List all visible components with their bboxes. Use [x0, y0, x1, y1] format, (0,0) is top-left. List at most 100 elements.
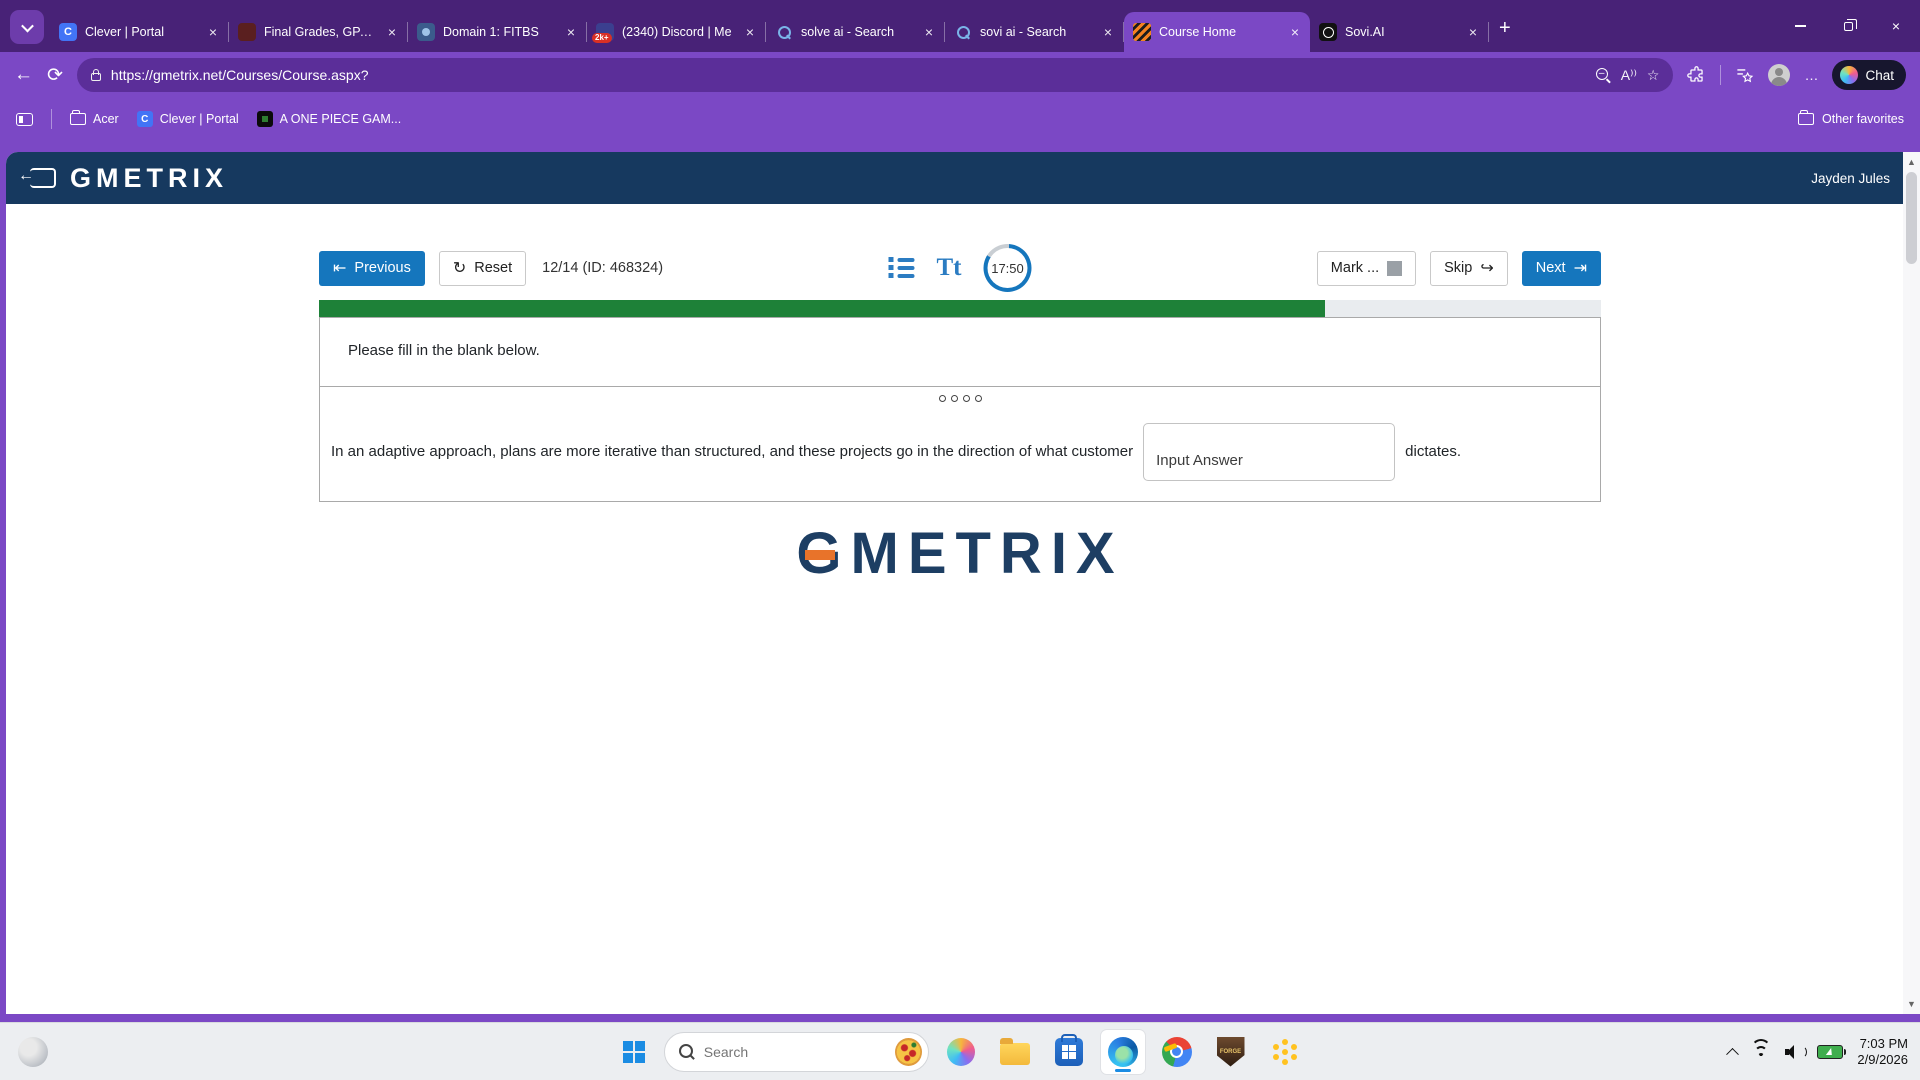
text-size-icon[interactable]: Tt [937, 254, 962, 282]
copilot-icon [946, 1037, 975, 1066]
close-icon[interactable]: × [565, 24, 577, 40]
new-tab-button[interactable]: + [1499, 17, 1511, 40]
zoom-out-icon[interactable] [1595, 67, 1611, 83]
store-icon [1054, 1033, 1083, 1066]
question-list-icon[interactable] [888, 257, 915, 279]
next-label: Next [1535, 260, 1566, 276]
gmetrix-page: GMETRIX Jayden Jules ⇤ Previous ↻ Reset … [6, 152, 1914, 1014]
extensions-puzzle-icon[interactable] [1687, 65, 1706, 85]
right-tools: Mark ... Skip ↪ Next ⇥ [1316, 250, 1601, 286]
taskbar-search[interactable] [663, 1031, 929, 1072]
reset-button[interactable]: ↻ Reset [438, 250, 527, 286]
previous-button[interactable]: ⇤ Previous [319, 250, 425, 286]
close-icon[interactable]: × [207, 24, 219, 40]
clever-icon: C [59, 23, 77, 41]
tab-sovi-ai-search[interactable]: sovi ai - Search × [945, 12, 1123, 52]
favorites-list-icon[interactable] [1735, 66, 1754, 85]
read-aloud-icon[interactable]: A⁾⁾ [1621, 67, 1637, 84]
mark-square-icon [1387, 260, 1403, 276]
taskbar-edge-active[interactable] [1100, 1029, 1145, 1074]
taskbar-copilot[interactable] [939, 1030, 983, 1074]
refresh-button[interactable]: ⟳ [47, 64, 63, 87]
scrollbar-thumb[interactable] [1906, 172, 1917, 264]
progress-fill [319, 300, 1326, 317]
taskbar-microsoft-store[interactable] [1047, 1030, 1091, 1074]
tab-title: Clever | Portal [85, 25, 164, 39]
copilot-chat-button[interactable]: Chat [1832, 60, 1906, 90]
skip-button[interactable]: Skip ↪ [1430, 250, 1508, 286]
next-button[interactable]: Next ⇥ [1521, 250, 1601, 286]
tab-title: Domain 1: FITBS [443, 25, 539, 39]
toolbar-divider [1720, 65, 1722, 85]
sidebar-icon[interactable] [16, 112, 33, 126]
mark-button[interactable]: Mark ... [1316, 250, 1417, 286]
sovi-icon [1319, 23, 1337, 41]
drag-handle-dots[interactable] [320, 395, 1600, 402]
battery-icon[interactable] [1817, 1044, 1847, 1059]
other-favorites-button[interactable]: Other favorites [1798, 110, 1904, 126]
tab-final-grades[interactable]: Final Grades, GPA, & × [229, 12, 407, 52]
close-window-button[interactable]: × [1872, 0, 1920, 52]
system-tray: 7:03 PM 2/9/2026 [1726, 1036, 1908, 1068]
close-icon[interactable]: × [1467, 24, 1479, 40]
screen: C Clever | Portal × Final Grades, GPA, &… [0, 0, 1920, 1080]
previous-icon: ⇤ [333, 260, 347, 277]
taskbar-search-input[interactable] [703, 1043, 885, 1060]
favorite-one-piece-game[interactable]: A ONE PIECE GAM... [256, 111, 401, 127]
close-icon[interactable]: × [386, 24, 398, 40]
profile-avatar[interactable] [1768, 64, 1791, 86]
tab-title: (2340) Discord | Me [622, 25, 732, 39]
question-area: ⇤ Previous ↻ Reset 12/14 (ID: 468324) Tt [319, 244, 1601, 587]
settings-more-icon[interactable]: … [1804, 67, 1818, 83]
question-prompt-box: Please fill in the blank below. [319, 317, 1601, 387]
tray-app-icon[interactable] [18, 1036, 48, 1067]
taskbar-walmart[interactable] [1263, 1030, 1307, 1074]
progress-bar [319, 300, 1601, 317]
url-text[interactable]: https://gmetrix.net/Courses/Course.aspx? [111, 67, 1586, 83]
reset-label: Reset [474, 260, 513, 276]
tab-discord[interactable]: 2k+ (2340) Discord | Me × [587, 12, 765, 52]
logo-letter-g: G [70, 162, 97, 193]
favorite-clever-portal[interactable]: C Clever | Portal [136, 111, 239, 127]
tray-date: 2/9/2026 [1857, 1051, 1908, 1067]
minimize-button[interactable] [1776, 0, 1824, 52]
tab-sovi-ai[interactable]: Sovi.AI × [1310, 12, 1488, 52]
answer-input[interactable] [1143, 422, 1396, 481]
tab-domain-1-fitbs[interactable]: Domain 1: FITBS × [408, 12, 586, 52]
page-scrollbar[interactable]: ▲ ▼ [1903, 152, 1920, 1014]
favorites-bar: Acer C Clever | Portal A ONE PIECE GAM..… [0, 98, 1920, 140]
scroll-up-icon[interactable]: ▲ [1907, 152, 1916, 172]
tab-clever-portal[interactable]: C Clever | Portal × [50, 12, 228, 52]
tray-chevron-up-icon[interactable] [1726, 1047, 1740, 1061]
forge-shield-icon: FORGE [1216, 1036, 1245, 1067]
timer-value: 17:50 [987, 248, 1028, 288]
address-bar[interactable]: https://gmetrix.net/Courses/Course.aspx?… [76, 58, 1674, 92]
game-icon [256, 111, 273, 127]
favorite-label: Clever | Portal [159, 112, 239, 126]
maximize-button[interactable] [1824, 0, 1872, 52]
back-button[interactable]: ← [14, 64, 33, 86]
close-icon[interactable]: × [744, 24, 756, 40]
taskbar-file-explorer[interactable] [993, 1030, 1037, 1074]
taskbar-forge-of-empires[interactable]: FORGE [1209, 1030, 1253, 1074]
sentence-after: dictates. [1405, 443, 1462, 460]
tab-course-home-active[interactable]: Course Home × [1124, 12, 1310, 52]
tab-search-dropdown-button[interactable] [10, 10, 44, 44]
tray-time: 7:03 PM [1859, 1035, 1908, 1051]
scroll-down-icon[interactable]: ▼ [1907, 994, 1916, 1014]
close-icon[interactable]: × [1289, 24, 1301, 40]
mark-label: Mark ... [1330, 260, 1380, 276]
favorite-star-icon[interactable]: ☆ [1647, 67, 1660, 84]
speaker-icon[interactable] [1785, 1044, 1808, 1059]
tab-solve-ai-search[interactable]: solve ai - Search × [766, 12, 944, 52]
favorite-acer[interactable]: Acer [70, 110, 119, 126]
wifi-icon[interactable] [1751, 1038, 1772, 1060]
close-icon[interactable]: × [923, 24, 935, 40]
start-button[interactable] [614, 1032, 654, 1072]
exit-course-icon[interactable] [18, 167, 56, 188]
close-icon[interactable]: × [1102, 24, 1114, 40]
windows-taskbar: FORGE 7:03 PM 2/9/2026 [0, 1022, 1920, 1080]
search-icon [678, 1043, 694, 1060]
taskbar-chrome[interactable] [1155, 1030, 1199, 1074]
tray-clock[interactable]: 7:03 PM 2/9/2026 [1857, 1036, 1908, 1068]
